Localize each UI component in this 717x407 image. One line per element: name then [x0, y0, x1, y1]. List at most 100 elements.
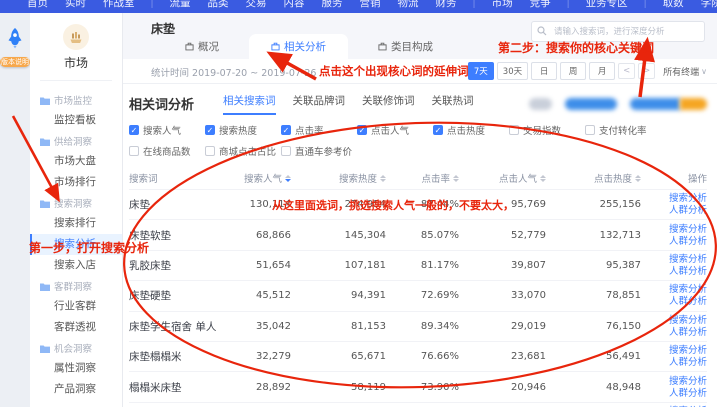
nav-item-市场[interactable]: 市场 — [491, 0, 514, 13]
version-badge[interactable]: 版本说明 — [0, 57, 30, 67]
keyword-cell: 床垫榻榻米 — [129, 349, 233, 364]
action-link-搜索分析[interactable]: 搜索分析 — [669, 284, 707, 295]
nav-item-物流[interactable]: 物流 — [397, 0, 420, 13]
value-cell: 29,019 — [459, 321, 546, 332]
sidebar-item-搜索分析[interactable]: 搜索分析 — [30, 234, 122, 255]
pager-prev-button[interactable]: < — [618, 63, 635, 79]
sidebar-item-市场排行[interactable]: 市场排行 — [30, 172, 122, 193]
sidebar-item-行业客群[interactable]: 行业客群 — [30, 296, 122, 317]
action-link-人群分析[interactable]: 人群分析 — [669, 205, 707, 216]
nav-item-取数[interactable]: 取数 — [662, 0, 685, 13]
sidebar-item-属性洞察[interactable]: 属性洞察 — [30, 358, 122, 379]
nav-item-作战室[interactable]: 作战室 — [102, 0, 136, 13]
metric-checkbox-交易指数[interactable]: 交易指数 — [509, 123, 585, 137]
action-link-搜索分析[interactable]: 搜索分析 — [669, 376, 707, 387]
keyword-cell: 床垫 — [129, 197, 233, 212]
blurred-button[interactable] — [529, 98, 552, 110]
folder-icon — [40, 96, 50, 105]
top-nav: 首页实时作战室|流量品类交易内容服务营销物流财务|市场竞争|业务专区|取数学院 — [0, 0, 717, 13]
col-header-点击人气[interactable]: 点击人气 — [459, 171, 546, 185]
pager-next-button[interactable]: > — [638, 63, 655, 79]
checkbox-icon: ✓ — [281, 125, 291, 135]
related-words-card: 相关词分析 相关搜索词关联品牌词关联修饰词关联热词 ✓搜索人气✓搜索热度✓点击率… — [123, 84, 717, 407]
value-cell: 130,114 — [233, 199, 291, 210]
page-header-band: 床垫 概况相关分析类目构成 — [123, 13, 717, 59]
value-cell: 52,779 — [459, 230, 546, 241]
value-cell: 87.44% — [386, 199, 459, 210]
date-range-7天[interactable]: 7天 — [468, 62, 494, 80]
card-tab-关联热词[interactable]: 关联热词 — [432, 93, 474, 115]
nav-item-交易[interactable]: 交易 — [245, 0, 268, 13]
date-range-30天[interactable]: 30天 — [497, 62, 528, 80]
checkbox-icon: ✓ — [129, 125, 139, 135]
chevron-down-icon: ∨ — [701, 67, 707, 76]
sidebar: 市场 市场监控监控看板供给洞察市场大盘市场排行搜索洞察搜索排行搜索分析搜索入店客… — [30, 13, 123, 407]
action-link-搜索分析[interactable]: 搜索分析 — [669, 315, 707, 326]
action-link-搜索分析[interactable]: 搜索分析 — [669, 224, 707, 235]
sidebar-item-搜索排行[interactable]: 搜索排行 — [30, 213, 122, 234]
col-header-点击率[interactable]: 点击率 — [386, 171, 459, 185]
checkbox-icon: ✓ — [433, 125, 443, 135]
nav-item-财务[interactable]: 财务 — [435, 0, 458, 13]
metric-checkbox-点击热度[interactable]: ✓点击热度 — [433, 123, 509, 137]
left-gutter: 版本说明 — [0, 13, 30, 407]
nav-item-流量[interactable]: 流量 — [169, 0, 192, 13]
action-link-人群分析[interactable]: 人群分析 — [669, 296, 707, 307]
col-header-搜索热度[interactable]: 搜索热度 — [291, 171, 386, 185]
col-header-点击热度[interactable]: 点击热度 — [546, 171, 641, 185]
metric-checkbox-搜索人气[interactable]: ✓搜索人气 — [129, 123, 205, 137]
nav-item-首页[interactable]: 首页 — [26, 0, 49, 13]
metric-checkbox-点击率[interactable]: ✓点击率 — [281, 123, 357, 137]
sidebar-item-监控看板[interactable]: 监控看板 — [30, 110, 122, 131]
date-range-月[interactable]: 月 — [589, 62, 615, 80]
sidebar-item-市场大盘[interactable]: 市场大盘 — [30, 151, 122, 172]
rocket-icon[interactable] — [5, 27, 25, 49]
nav-item-营销[interactable]: 营销 — [359, 0, 382, 13]
card-tab-关联品牌词[interactable]: 关联品牌词 — [293, 93, 346, 115]
nav-item-内容[interactable]: 内容 — [283, 0, 306, 13]
value-cell: 274,954 — [291, 199, 386, 210]
action-link-搜索分析[interactable]: 搜索分析 — [669, 345, 707, 356]
metric-checkbox-支付转化率[interactable]: 支付转化率 — [585, 123, 661, 137]
blurred-button[interactable] — [565, 98, 617, 110]
action-link-人群分析[interactable]: 人群分析 — [669, 327, 707, 338]
col-header-搜索词: 搜索词 — [129, 171, 233, 185]
col-header-搜索人气[interactable]: 搜索人气 — [233, 171, 291, 185]
terminal-filter-dropdown[interactable]: 所有终端 ∨ — [663, 65, 707, 78]
metric-checkbox-商城点击占比[interactable]: 商城点击占比 — [205, 144, 281, 158]
nav-item-学院[interactable]: 学院 — [700, 0, 717, 13]
date-range-日[interactable]: 日 — [531, 62, 557, 80]
value-cell: 65,671 — [291, 351, 386, 362]
action-link-搜索分析[interactable]: 搜索分析 — [669, 254, 707, 265]
metric-checkbox-直通车参考价[interactable]: 直通车参考价 — [281, 144, 357, 158]
action-link-搜索分析[interactable]: 搜索分析 — [669, 193, 707, 204]
page-tab-类目构成[interactable]: 类目构成 — [362, 34, 449, 59]
page-tab-相关分析[interactable]: 相关分析 — [249, 34, 348, 59]
actions-cell: 搜索分析人群分析 — [641, 254, 707, 277]
metric-checkbox-点击人气[interactable]: ✓点击人气 — [357, 123, 433, 137]
sidebar-item-搜索入店[interactable]: 搜索入店 — [30, 255, 122, 276]
metric-checkbox-在线商品数[interactable]: 在线商品数 — [129, 144, 205, 158]
date-range-周[interactable]: 周 — [560, 62, 586, 80]
sidebar-item-产品洞察[interactable]: 产品洞察 — [30, 379, 122, 400]
search-input[interactable] — [552, 23, 704, 40]
card-tab-关联修饰词[interactable]: 关联修饰词 — [362, 93, 415, 115]
blurred-button-group[interactable] — [630, 98, 707, 110]
nav-item-业务专区[interactable]: 业务专区 — [585, 0, 629, 13]
card-tab-相关搜索词[interactable]: 相关搜索词 — [223, 93, 276, 115]
nav-item-实时[interactable]: 实时 — [64, 0, 87, 13]
page-tab-概况[interactable]: 概况 — [169, 34, 235, 59]
nav-item-竞争[interactable]: 竞争 — [529, 0, 552, 13]
action-link-人群分析[interactable]: 人群分析 — [669, 266, 707, 277]
action-link-人群分析[interactable]: 人群分析 — [669, 357, 707, 368]
briefcase-icon — [271, 42, 280, 51]
nav-item-服务[interactable]: 服务 — [321, 0, 344, 13]
action-link-人群分析[interactable]: 人群分析 — [669, 388, 707, 399]
sidebar-item-客群透视[interactable]: 客群透视 — [30, 317, 122, 338]
metric-checkbox-搜索热度[interactable]: ✓搜索热度 — [205, 123, 281, 137]
sidebar-section-供给洞察: 供给洞察 — [30, 131, 122, 151]
action-link-人群分析[interactable]: 人群分析 — [669, 236, 707, 247]
sidebar-section-搜索洞察: 搜索洞察 — [30, 193, 122, 213]
nav-item-品类[interactable]: 品类 — [207, 0, 230, 13]
value-cell: 94,391 — [291, 290, 386, 301]
